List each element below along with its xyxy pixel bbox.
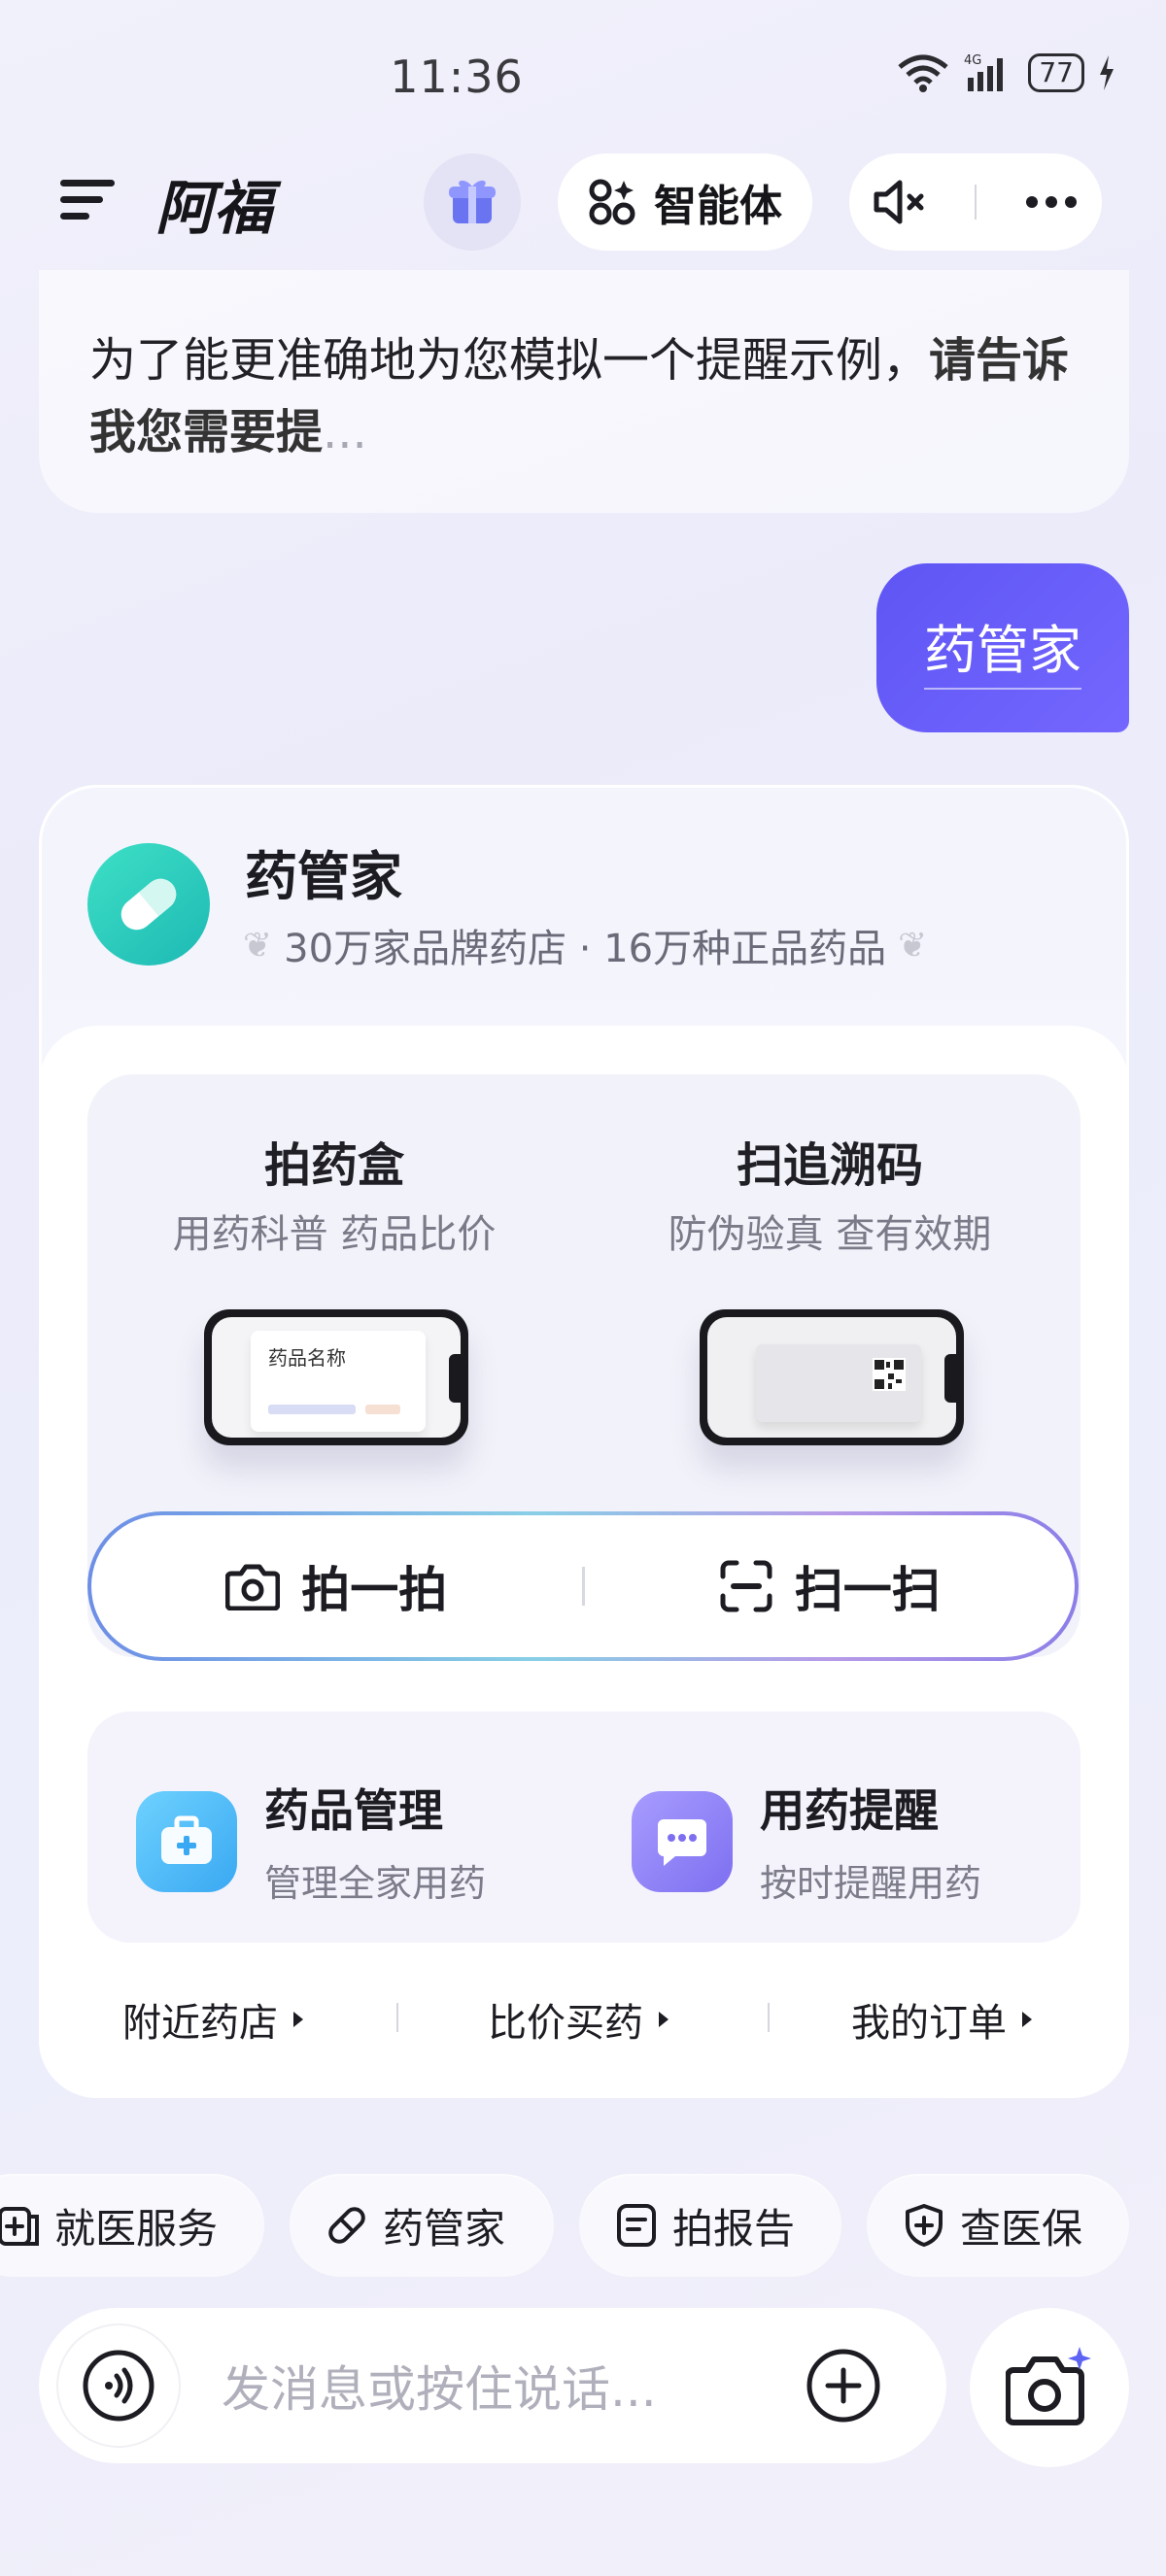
- triangle-right-icon: [293, 2012, 303, 2027]
- feature-subtitle-trace: 防伪验真 查有效期: [668, 1212, 992, 1257]
- user-message-bubble: 药管家: [876, 563, 1129, 732]
- chip-label: 药管家: [383, 2204, 506, 2253]
- scan-icon: [720, 1560, 772, 1612]
- nearby-pharmacy-label: 附近药店: [122, 2001, 278, 2046]
- signal-label: 4G: [964, 53, 981, 68]
- laurel-left-icon: ❦: [243, 925, 273, 966]
- mute-icon[interactable]: [873, 179, 927, 225]
- phone-medicine-box-illustration: 药品名称: [204, 1309, 468, 1445]
- chat-bubble-icon: [632, 1790, 733, 1892]
- report-icon: [617, 2204, 656, 2247]
- user-message-text: 药管家: [924, 607, 1081, 690]
- more-icon[interactable]: [1024, 194, 1079, 210]
- chip-label: 查医保: [960, 2204, 1083, 2253]
- my-orders-link[interactable]: 我的订单: [851, 1991, 1034, 2048]
- message-input[interactable]: 发消息或按住说话...: [222, 2351, 805, 2421]
- divider: [768, 2003, 770, 2032]
- scan-label: 扫一扫: [794, 1562, 941, 1618]
- nearby-pharmacy-link[interactable]: 附近药店: [122, 1991, 305, 2048]
- card-title: 药管家: [245, 846, 402, 907]
- battery-indicator: 77: [1028, 53, 1084, 92]
- compare-price-label: 比价买药: [488, 2001, 643, 2046]
- assistant-text-fade: ...: [323, 405, 367, 459]
- plus-icon[interactable]: [805, 2347, 882, 2424]
- action-bar: 拍一拍 扫一扫: [91, 1515, 1075, 1657]
- chip-label: 拍报告: [672, 2204, 796, 2253]
- medicine-management-title: 药品管理: [264, 1784, 443, 1837]
- gift-button[interactable]: [424, 153, 521, 251]
- chip-label: 就医服务: [54, 2204, 219, 2253]
- phone-qr-code-illustration: [700, 1309, 964, 1445]
- phone-screen-label: 药品名称: [268, 1346, 346, 1370]
- pill-logo-icon: [87, 843, 210, 966]
- camera-button[interactable]: [970, 2308, 1129, 2467]
- app-title: 阿福: [155, 175, 272, 243]
- feature-title-box: 拍药盒: [263, 1138, 404, 1193]
- pill-icon: [328, 2207, 365, 2244]
- menu-icon[interactable]: [60, 178, 115, 222]
- chip-report-photo[interactable]: 拍报告: [579, 2174, 841, 2277]
- agent-grid-icon: [589, 179, 635, 225]
- assistant-message: 为了能更准确地为您模拟一个提醒示例，请告诉我您需要提...: [39, 270, 1129, 513]
- feature-title-trace: 扫追溯码: [736, 1138, 923, 1193]
- battery-level: 77: [1039, 56, 1074, 88]
- wifi-icon: [898, 54, 948, 92]
- laurel-right-icon: ❦: [898, 925, 928, 966]
- triangle-right-icon: [1022, 2012, 1032, 2027]
- status-time: 11:36: [390, 51, 524, 103]
- shield-plus-icon: [906, 2204, 943, 2247]
- medical-service-icon: [0, 2207, 39, 2246]
- chip-medical-insurance[interactable]: 查医保: [867, 2174, 1129, 2277]
- medicine-management-button[interactable]: 药品管理 管理全家用药: [136, 1776, 486, 1907]
- cellular-signal-icon: 4G: [964, 53, 1004, 91]
- qr-code-icon: [873, 1358, 906, 1391]
- header-actions: [849, 153, 1102, 251]
- agent-label: 智能体: [654, 182, 782, 231]
- compare-price-link[interactable]: 比价买药: [488, 1991, 670, 2048]
- take-photo-button[interactable]: 拍一拍: [91, 1551, 582, 1621]
- assistant-text: 为了能更准确地为您模拟一个提醒示例，: [89, 333, 930, 388]
- gift-icon: [449, 180, 496, 223]
- triangle-right-icon: [659, 2012, 669, 2027]
- voice-wave-icon: [83, 2350, 154, 2422]
- chip-medical-service[interactable]: 就医服务: [0, 2174, 264, 2277]
- message-input-bar: 发消息或按住说话...: [39, 2308, 946, 2463]
- feature-subtitle-box: 用药科普 药品比价: [172, 1212, 497, 1257]
- camera-icon: [225, 1564, 281, 1610]
- charging-icon: [1100, 55, 1114, 90]
- medical-kit-icon: [136, 1790, 237, 1892]
- status-icons: 4G 77: [896, 52, 1115, 93]
- medication-reminder-title: 用药提醒: [760, 1784, 939, 1837]
- divider: [974, 185, 977, 220]
- voice-button[interactable]: [58, 2325, 179, 2446]
- camera-sparkle-icon: [1006, 2347, 1091, 2425]
- divider: [396, 2003, 398, 2032]
- agent-button[interactable]: 智能体: [558, 153, 812, 251]
- my-orders-label: 我的订单: [851, 2001, 1007, 2046]
- medication-reminder-button[interactable]: 用药提醒 按时提醒用药: [632, 1776, 981, 1907]
- card-subtitle: ❦ 30万家品牌药店 · 16万种正品药品 ❦: [243, 917, 927, 973]
- take-photo-label: 拍一拍: [301, 1562, 448, 1618]
- medicine-management-subtitle: 管理全家用药: [264, 1862, 487, 1905]
- card-subtitle-text: 30万家品牌药店 · 16万种正品药品: [284, 927, 887, 971]
- scan-button[interactable]: 扫一扫: [585, 1551, 1076, 1621]
- medication-reminder-subtitle: 按时提醒用药: [760, 1862, 982, 1905]
- chip-medicine-manager[interactable]: 药管家: [290, 2174, 554, 2277]
